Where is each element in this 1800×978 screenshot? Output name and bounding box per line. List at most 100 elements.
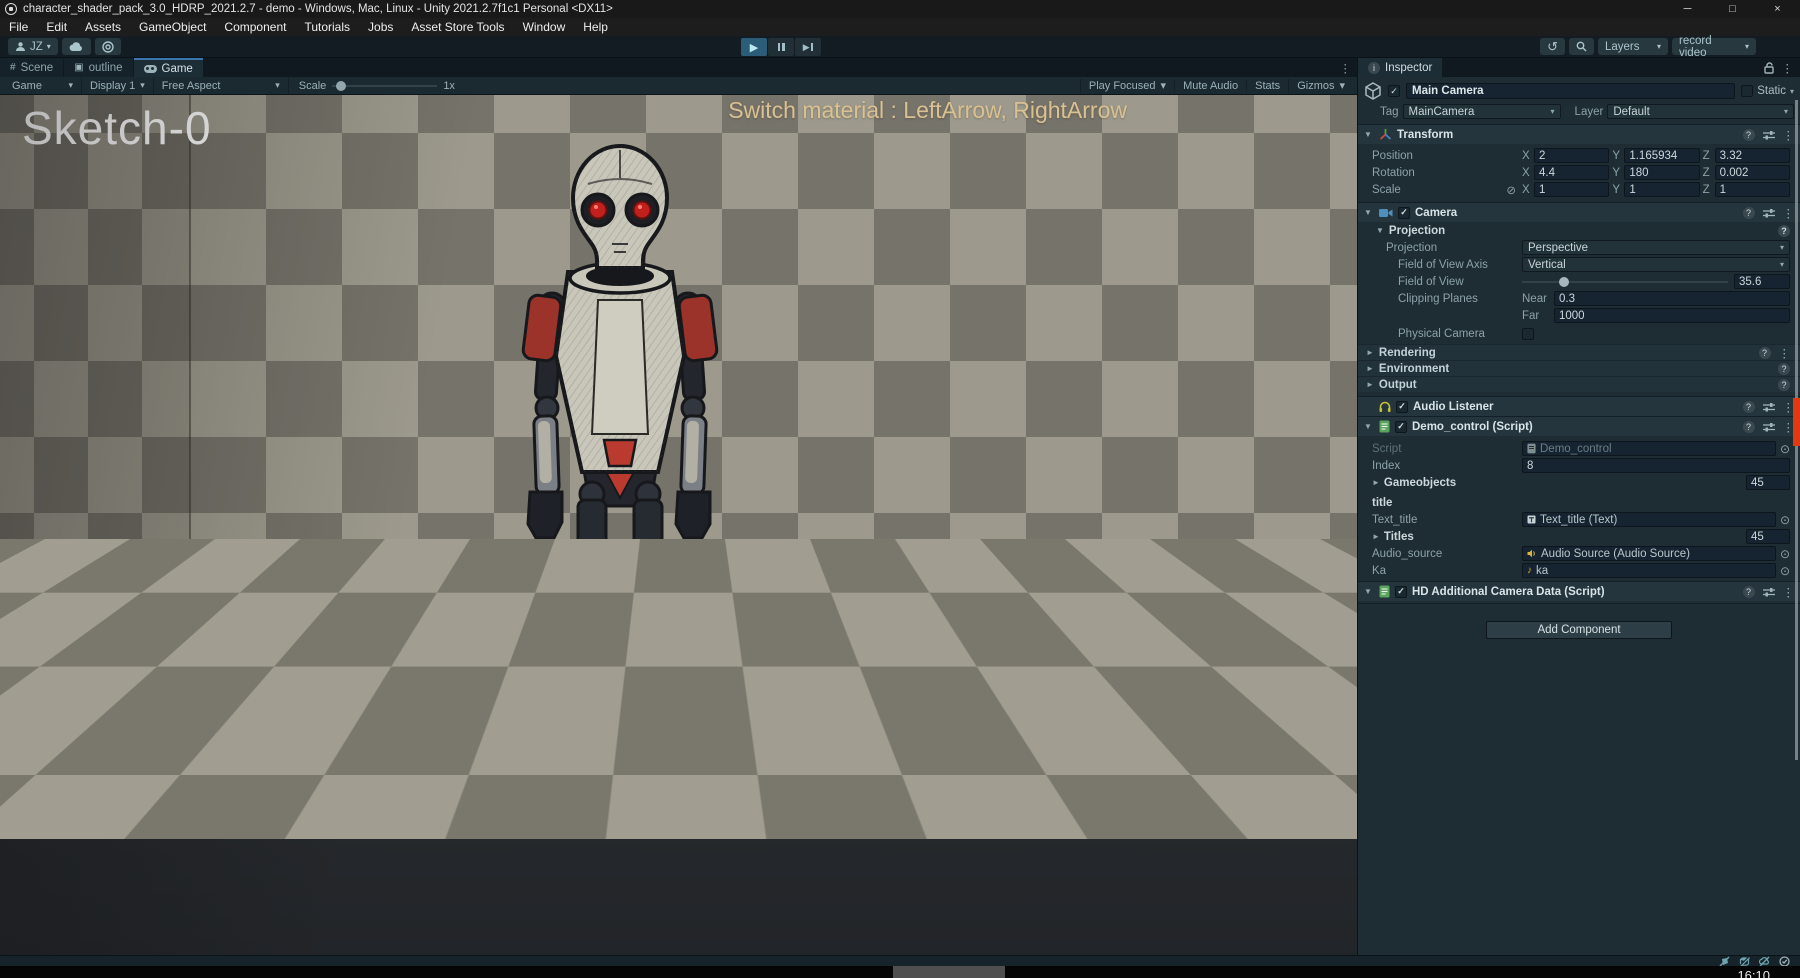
demo-control-header[interactable]: ▼ ✓ Demo_control (Script) ? ⋮ <box>1358 416 1800 436</box>
step-button[interactable]: ▶ <box>795 38 821 56</box>
titles-size-field[interactable]: 45 <box>1746 529 1790 544</box>
menu-item-file[interactable]: File <box>0 20 37 34</box>
demo-control-enabled-checkbox[interactable]: ✓ <box>1395 421 1407 433</box>
fov-slider[interactable] <box>1522 274 1728 289</box>
pane-menu-icon[interactable]: ⋮ <box>1334 58 1358 77</box>
inspector-menu-icon[interactable]: ⋮ <box>1782 61 1794 75</box>
component-menu-icon[interactable]: ⋮ <box>1783 128 1795 142</box>
object-picker-icon[interactable]: ⊙ <box>1780 513 1790 527</box>
camera-enabled-checkbox[interactable]: ✓ <box>1398 207 1410 219</box>
fov-value-field[interactable]: 35.6 <box>1734 274 1790 289</box>
script-object-field[interactable]: Demo_control <box>1522 441 1776 456</box>
hd-camera-data-header[interactable]: ▼ ✓ HD Additional Camera Data (Script) ?… <box>1358 581 1800 601</box>
physical-camera-checkbox[interactable] <box>1522 328 1534 340</box>
tab-inspector[interactable]: i Inspector <box>1358 58 1442 77</box>
plastic-scm-button[interactable] <box>95 38 121 55</box>
near-field[interactable]: 0.3 <box>1554 291 1790 306</box>
section-menu-icon[interactable]: ⋮ <box>1779 346 1791 360</box>
layers-dropdown[interactable]: Layers ▾ <box>1598 38 1668 55</box>
scale-y-field[interactable]: 1 <box>1624 182 1699 197</box>
fov-slider-knob[interactable] <box>1559 277 1569 287</box>
menu-item-window[interactable]: Window <box>514 20 575 34</box>
help-icon[interactable]: ? <box>1743 421 1755 433</box>
cloud-button[interactable] <box>62 38 91 55</box>
fov-axis-dropdown[interactable]: Vertical▾ <box>1522 257 1790 272</box>
layer-dropdown[interactable]: Default▾ <box>1607 104 1794 119</box>
pause-button[interactable] <box>768 38 794 56</box>
audio-listener-header[interactable]: ✓ Audio Listener ? ⋮ <box>1358 396 1800 416</box>
component-menu-icon[interactable]: ⋮ <box>1783 585 1795 599</box>
search-button[interactable] <box>1569 38 1594 55</box>
scale-z-field[interactable]: 1 <box>1715 182 1790 197</box>
gameobjects-size-field[interactable]: 45 <box>1746 475 1790 490</box>
component-menu-icon[interactable]: ⋮ <box>1783 206 1795 220</box>
rendering-foldout[interactable]: ► Rendering ? ⋮ <box>1358 344 1800 360</box>
scale-slider[interactable]: Scale 1x <box>289 80 465 92</box>
account-dropdown[interactable]: JZ ▾ <box>8 38 58 55</box>
audio-listener-enabled-checkbox[interactable]: ✓ <box>1396 401 1408 413</box>
transform-header[interactable]: ▼ Transform ? ⋮ <box>1358 124 1800 144</box>
taskbar-app-button[interactable] <box>893 966 1005 978</box>
rotation-x-field[interactable]: 4.4 <box>1534 165 1609 180</box>
scale-knob[interactable] <box>336 81 346 91</box>
menu-item-edit[interactable]: Edit <box>37 20 76 34</box>
minimize-button[interactable]: ─ <box>1665 0 1710 18</box>
menu-item-component[interactable]: Component <box>215 20 295 34</box>
object-picker-icon[interactable]: ⊙ <box>1780 547 1790 561</box>
tab-scene[interactable]: # Scene <box>0 58 63 77</box>
cache-sync-muted-icon[interactable] <box>1739 956 1750 967</box>
help-icon[interactable]: ? <box>1778 225 1790 237</box>
tag-dropdown[interactable]: MainCamera▾ <box>1403 104 1561 119</box>
help-icon[interactable]: ? <box>1743 207 1755 219</box>
menu-item-gameobject[interactable]: GameObject <box>130 20 215 34</box>
menu-item-help[interactable]: Help <box>574 20 617 34</box>
position-x-field[interactable]: 2 <box>1534 148 1609 163</box>
active-checkbox[interactable]: ✓ <box>1388 85 1400 97</box>
help-icon[interactable]: ? <box>1743 129 1755 141</box>
game-mode-dropdown[interactable]: Game ▾ <box>4 77 82 94</box>
play-button[interactable]: ▶ <box>741 38 767 56</box>
static-dropdown-icon[interactable]: ▾ <box>1790 87 1794 96</box>
record-video-dropdown[interactable]: record video ▾ <box>1672 38 1756 55</box>
background-tasks-icon[interactable] <box>1779 956 1790 967</box>
foldout-icon[interactable]: ▼ <box>1364 130 1374 139</box>
gizmos-dropdown[interactable]: Gizmos ▾ <box>1288 79 1353 92</box>
index-field[interactable]: 8 <box>1522 458 1790 473</box>
undo-history-button[interactable]: ↺ <box>1540 38 1565 55</box>
object-picker-icon[interactable]: ⊙ <box>1780 442 1790 456</box>
menu-item-jobs[interactable]: Jobs <box>359 20 402 34</box>
menu-item-tutorials[interactable]: Tutorials <box>295 20 359 34</box>
far-field[interactable]: 1000 <box>1554 308 1790 323</box>
tab-outline[interactable]: ▣ outline <box>64 58 132 77</box>
projection-dropdown[interactable]: Perspective▾ <box>1522 240 1790 255</box>
scale-x-field[interactable]: 1 <box>1534 182 1609 197</box>
object-picker-icon[interactable]: ⊙ <box>1780 564 1790 578</box>
maximize-button[interactable]: □ <box>1710 0 1755 18</box>
constrain-proportions-icon[interactable]: ⊘ <box>1506 183 1522 197</box>
gameobject-name-field[interactable]: Main Camera <box>1406 83 1735 99</box>
prev-material-arrow[interactable]: < <box>1098 786 1115 834</box>
play-focused-dropdown[interactable]: Play Focused ▾ <box>1080 79 1174 92</box>
hd-data-enabled-checkbox[interactable]: ✓ <box>1395 586 1407 598</box>
mute-audio-toggle[interactable]: Mute Audio <box>1174 80 1246 92</box>
audio-source-object-field[interactable]: Audio Source (Audio Source) <box>1522 546 1776 561</box>
aspect-dropdown[interactable]: Free Aspect ▾ <box>154 77 289 94</box>
help-icon[interactable]: ? <box>1743 401 1755 413</box>
game-viewport[interactable]: Sketch-0 Switch material : LeftArrow, Ri… <box>0 95 1357 955</box>
menu-item-assets[interactable]: Assets <box>76 20 130 34</box>
presets-icon[interactable] <box>1763 422 1775 432</box>
text-title-object-field[interactable]: Text_title (Text) <box>1522 512 1776 527</box>
position-z-field[interactable]: 3.32 <box>1715 148 1790 163</box>
scale-track[interactable] <box>332 85 437 87</box>
help-icon[interactable]: ? <box>1743 586 1755 598</box>
help-icon[interactable]: ? <box>1778 379 1790 391</box>
close-button[interactable]: × <box>1755 0 1800 18</box>
rotation-z-field[interactable]: 0.002 <box>1715 165 1790 180</box>
help-icon[interactable]: ? <box>1778 363 1790 375</box>
presets-icon[interactable] <box>1763 208 1775 218</box>
rotation-y-field[interactable]: 180 <box>1624 165 1699 180</box>
next-material-arrow[interactable]: > <box>1131 786 1148 834</box>
environment-foldout[interactable]: ► Environment ? <box>1358 360 1800 376</box>
menu-item-asset-store-tools[interactable]: Asset Store Tools <box>402 20 513 34</box>
position-y-field[interactable]: 1.165934 <box>1624 148 1699 163</box>
